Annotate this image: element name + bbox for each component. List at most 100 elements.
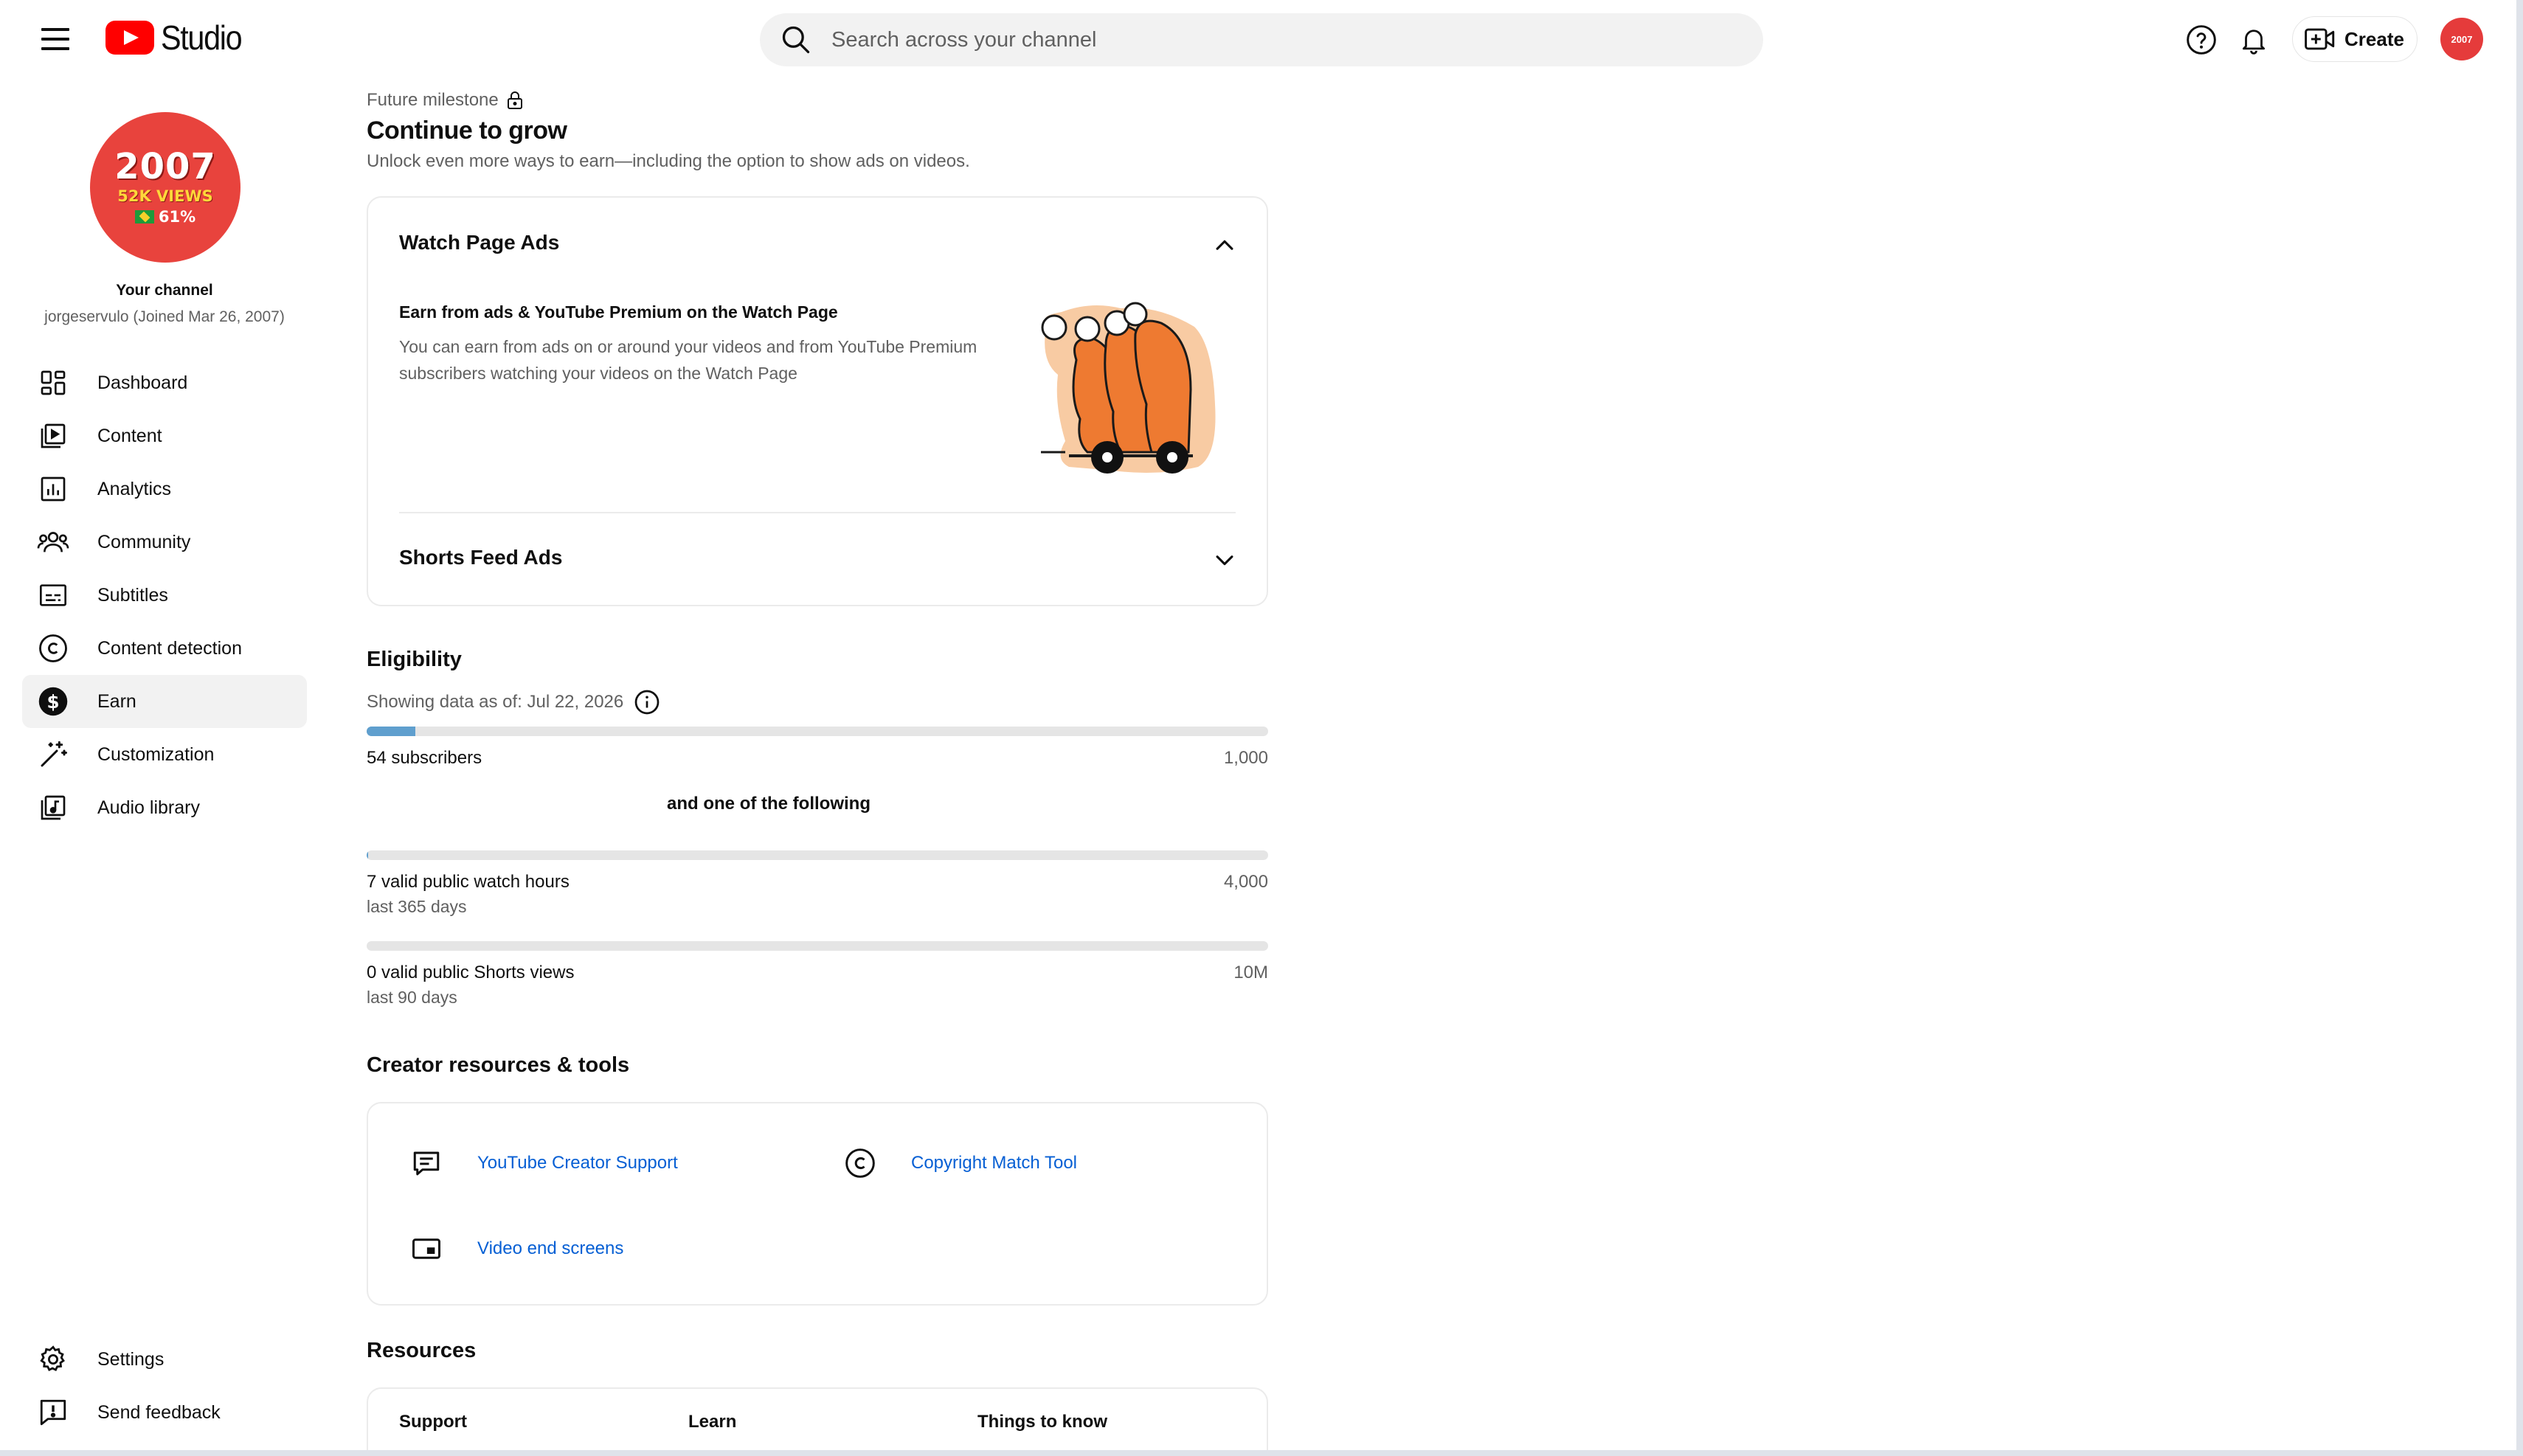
search-input[interactable] xyxy=(831,27,1643,52)
ads-accordion-card: Watch Page Ads Earn from ads & YouTube P… xyxy=(367,196,1268,606)
shorts-views-target: 10M xyxy=(1233,963,1268,982)
accordion-divider xyxy=(399,512,1236,513)
page-title: Continue to grow xyxy=(367,117,567,145)
create-video-icon xyxy=(2305,28,2335,50)
subtitles-icon xyxy=(35,578,71,613)
content-icon xyxy=(35,418,71,454)
copyright-icon xyxy=(35,631,71,666)
community-icon xyxy=(35,524,71,560)
sidebar-item-community[interactable]: Community xyxy=(22,516,307,569)
subscribers-count: 54 subscribers xyxy=(367,748,482,768)
sidebar-item-label: Customization xyxy=(97,743,215,765)
audio-library-icon xyxy=(35,790,71,825)
one-of-following-label: and one of the following xyxy=(667,794,871,814)
sidebar-item-label: Subtitles xyxy=(97,584,168,606)
subscribers-target: 1,000 xyxy=(1223,748,1268,768)
sidebar-item-subtitles[interactable]: Subtitles xyxy=(22,569,307,622)
resources-tab-support[interactable]: Support xyxy=(399,1412,467,1432)
resources-title: Resources xyxy=(367,1339,477,1362)
watch-hours-progress-fill xyxy=(367,850,369,860)
app-window: Studio Create 2007 2007 52K VIEWS 61% Yo… xyxy=(0,0,2516,1450)
sidebar-item-analytics[interactable]: Analytics xyxy=(22,462,307,516)
create-button[interactable]: Create xyxy=(2292,16,2418,62)
copyright-match-tool-link[interactable]: Copyright Match Tool xyxy=(842,1145,1077,1182)
avatar-percent: 61% xyxy=(158,208,196,226)
feedback-icon xyxy=(35,1395,71,1430)
resources-tab-learn[interactable]: Learn xyxy=(688,1412,736,1432)
info-icon[interactable] xyxy=(634,689,660,715)
watch-hours-target: 4,000 xyxy=(1223,872,1268,892)
sidebar-item-label: Send feedback xyxy=(97,1401,221,1423)
creator-support-link[interactable]: YouTube Creator Support xyxy=(408,1145,678,1182)
channel-avatar[interactable]: 2007 52K VIEWS 61% xyxy=(90,112,240,263)
sidebar-item-content-detection[interactable]: Content detection xyxy=(22,622,307,675)
future-milestone-label: Future milestone xyxy=(367,90,524,111)
page-subtitle: Unlock even more ways to earn—including … xyxy=(367,151,970,171)
app-name: Studio xyxy=(161,18,243,57)
magic-wand-icon xyxy=(35,737,71,772)
help-icon[interactable] xyxy=(2184,22,2219,58)
avatar-year: 2007 xyxy=(114,146,216,187)
search-icon xyxy=(782,26,810,54)
avatar-views: 52K VIEWS xyxy=(117,187,213,205)
video-end-screens-link[interactable]: Video end screens xyxy=(408,1230,623,1267)
milestone-text: Future milestone xyxy=(367,90,499,110)
watch-page-ads-subtitle: Earn from ads & YouTube Premium on the W… xyxy=(399,302,838,322)
gear-icon xyxy=(35,1342,71,1377)
shorts-feed-ads-header[interactable]: Shorts Feed Ads xyxy=(399,546,562,569)
account-avatar[interactable]: 2007 xyxy=(2440,18,2483,60)
sidebar-item-send-feedback[interactable]: Send feedback xyxy=(22,1386,307,1439)
creator-tools-card: YouTube Creator Support Copyright Match … xyxy=(367,1102,1268,1306)
watch-page-ads-header[interactable]: Watch Page Ads xyxy=(399,231,559,254)
lock-icon xyxy=(507,91,522,109)
shorts-views-period: last 90 days xyxy=(367,988,457,1007)
sidebar-item-dashboard[interactable]: Dashboard xyxy=(22,356,307,409)
resources-card xyxy=(367,1387,1268,1450)
youtube-logo-icon xyxy=(105,21,154,55)
sidebar-item-label: Analytics xyxy=(97,478,172,499)
copyright-icon xyxy=(842,1145,879,1182)
notifications-bell-icon[interactable] xyxy=(2236,22,2271,58)
subscribers-progress-bar xyxy=(367,727,1268,736)
sidebar-item-earn[interactable]: $ Earn xyxy=(22,675,307,728)
watch-page-ads-description: You can earn from ads on or around your … xyxy=(399,337,977,383)
search-bar[interactable] xyxy=(760,13,1763,66)
shorts-views-count: 0 valid public Shorts views xyxy=(367,963,575,982)
eligibility-title: Eligibility xyxy=(367,648,462,671)
create-label: Create xyxy=(2344,27,2404,50)
watch-hours-count: 7 valid public watch hours xyxy=(367,872,570,892)
sidebar-item-label: Earn xyxy=(97,690,136,712)
ads-cart-illustration xyxy=(1041,302,1216,474)
tool-label: YouTube Creator Support xyxy=(477,1153,678,1173)
analytics-icon xyxy=(35,471,71,507)
channel-title: Your channel xyxy=(116,282,213,299)
watch-hours-period: last 365 days xyxy=(367,897,467,916)
tool-label: Copyright Match Tool xyxy=(911,1153,1077,1173)
watch-hours-progress-bar xyxy=(367,850,1268,860)
sidebar-item-content[interactable]: Content xyxy=(22,409,307,462)
subscribers-progress-fill xyxy=(367,727,415,736)
chevron-down-icon[interactable] xyxy=(1212,547,1237,572)
avatar-percent-row: 61% xyxy=(134,208,196,226)
resources-tab-things-to-know[interactable]: Things to know xyxy=(977,1412,1107,1432)
dashboard-icon xyxy=(35,365,71,401)
shorts-views-progress-bar xyxy=(367,941,1268,951)
sidebar-item-settings[interactable]: Settings xyxy=(22,1333,307,1386)
chat-icon xyxy=(408,1145,445,1182)
studio-logo[interactable]: Studio xyxy=(105,18,250,58)
end-screen-icon xyxy=(408,1230,445,1267)
data-as-of: Showing data as of: Jul 22, 2026 xyxy=(367,689,660,715)
tool-label: Video end screens xyxy=(477,1238,624,1258)
svg-text:$: $ xyxy=(46,691,59,713)
creator-tools-title: Creator resources & tools xyxy=(367,1053,630,1077)
menu-icon[interactable] xyxy=(41,28,69,50)
sidebar-item-label: Community xyxy=(97,531,191,552)
sidebar-item-label: Audio library xyxy=(97,797,200,818)
sidebar-item-label: Content detection xyxy=(97,637,242,659)
chevron-up-icon[interactable] xyxy=(1212,233,1237,258)
data-as-of-text: Showing data as of: Jul 22, 2026 xyxy=(367,692,624,712)
brazil-flag-icon xyxy=(134,210,154,223)
sidebar-item-customization[interactable]: Customization xyxy=(22,728,307,781)
sidebar-item-audio-library[interactable]: Audio library xyxy=(22,781,307,834)
dollar-icon: $ xyxy=(35,684,71,719)
